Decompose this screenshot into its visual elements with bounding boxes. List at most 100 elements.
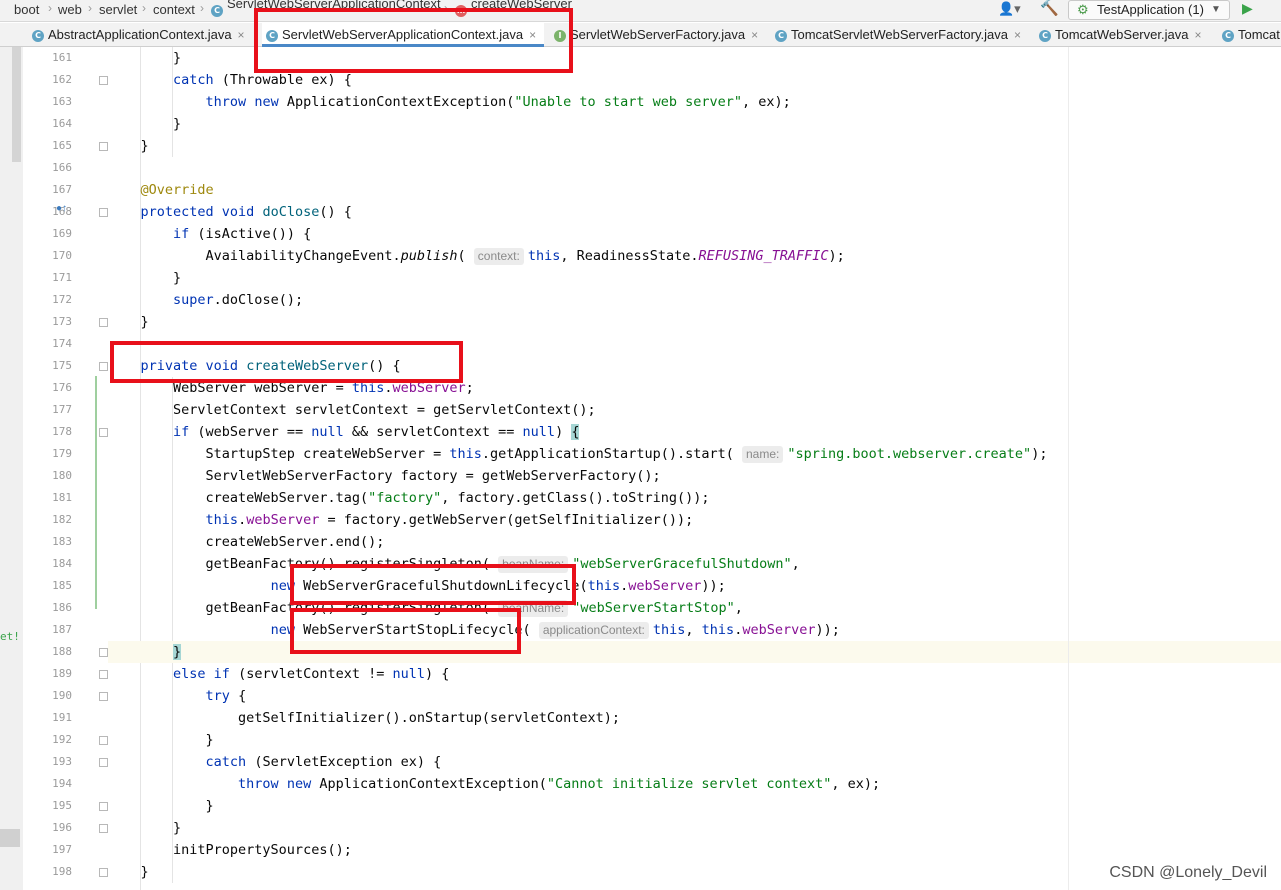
fold-marker-icon[interactable]: [99, 76, 108, 85]
bean-name-string: "webServerGracefulShutdown": [572, 556, 792, 572]
line-number: 165: [52, 139, 72, 152]
tool-window-strip: et!: [0, 47, 23, 890]
breadcrumb-separator: ›: [142, 1, 146, 15]
close-icon[interactable]: ×: [751, 28, 758, 42]
code-line-179: StartupStep createWebServer = this.getAp…: [108, 446, 1048, 463]
user-icon[interactable]: 👤▾: [998, 1, 1021, 17]
parameter-hint: context:: [473, 248, 524, 265]
vcs-change-marker: [95, 376, 97, 609]
highlight-box-graceful-shutdown: [290, 564, 576, 605]
fold-marker-icon[interactable]: [99, 208, 108, 217]
code-line-163: throw new ApplicationContextException("U…: [205, 94, 791, 110]
fold-marker-icon[interactable]: [99, 648, 108, 657]
code-line-188: }: [108, 641, 1281, 663]
tab-label: ServletWebServerFactory.java: [570, 27, 746, 42]
fold-marker-icon[interactable]: [99, 758, 108, 767]
chevron-down-icon: ▼: [1211, 4, 1221, 15]
line-number: 171: [52, 271, 72, 284]
code-line-177: ServletContext servletContext = getServl…: [108, 402, 596, 418]
code-line-173: }: [108, 314, 149, 330]
line-number: 175: [52, 359, 72, 372]
breadcrumb-item-web[interactable]: web: [58, 2, 82, 17]
override-gutter-icon[interactable]: ●↑: [56, 203, 67, 214]
code-line-189: else if (servletContext != null) {: [173, 666, 450, 682]
run-config-label: TestApplication (1): [1097, 2, 1204, 17]
class-icon: C: [32, 29, 44, 42]
code-line-195: }: [108, 798, 214, 814]
highlight-box-create-web-server: [110, 341, 463, 383]
code-line-180: ServletWebServerFactory factory = getWeb…: [108, 468, 661, 484]
code-line-191: getSelfInitializer().onStartup(servletCo…: [108, 710, 621, 726]
run-config-icon: ⚙: [1077, 2, 1089, 17]
strip-marker: [0, 829, 20, 847]
startup-step-string: "spring.boot.webserver.create": [787, 446, 1032, 462]
fold-marker-icon[interactable]: [99, 824, 108, 833]
fold-marker-icon[interactable]: [99, 670, 108, 679]
tab-abstract-application-context[interactable]: C AbstractApplicationContext.java ×: [32, 23, 245, 46]
code-line-194: throw new ApplicationContextException("C…: [238, 776, 881, 792]
parameter-hint: applicationContext:: [538, 622, 649, 639]
line-number: 170: [52, 249, 72, 262]
code-line-164: }: [108, 116, 182, 132]
breadcrumb-item-servlet[interactable]: servlet: [99, 2, 137, 17]
line-number: 184: [52, 557, 72, 570]
tab-servlet-web-server-factory[interactable]: I ServletWebServerFactory.java ×: [554, 23, 758, 46]
code-line-193: catch (ServletException ex) {: [205, 754, 442, 770]
scroll-thumb[interactable]: [12, 47, 21, 162]
line-number: 187: [52, 623, 72, 636]
breadcrumb-item-boot[interactable]: boot: [14, 2, 39, 17]
code-line-170: AvailabilityChangeEvent.publish( context…: [108, 248, 845, 265]
parameter-hint: name:: [741, 446, 784, 463]
line-number: 197: [52, 843, 72, 856]
code-line-171: }: [108, 270, 182, 286]
close-icon[interactable]: ×: [1014, 28, 1021, 42]
line-number: 178: [52, 425, 72, 438]
code-line-181: createWebServer.tag("factory", factory.g…: [108, 490, 710, 506]
tab-tomcat-web-server[interactable]: C TomcatWebServer.java ×: [1039, 23, 1201, 46]
class-icon: C: [1222, 29, 1234, 42]
breadcrumb-item-context[interactable]: context: [153, 2, 195, 17]
fold-marker-icon[interactable]: [99, 868, 108, 877]
tab-tomcat[interactable]: C Tomcat: [1222, 23, 1280, 46]
fold-marker-icon[interactable]: [99, 736, 108, 745]
highlight-box-active-tab: [254, 8, 573, 73]
tab-tomcat-servlet-web-server-factory[interactable]: C TomcatServletWebServerFactory.java ×: [775, 23, 1021, 46]
line-number: 190: [52, 689, 72, 702]
close-icon[interactable]: ×: [238, 28, 245, 42]
code-editor[interactable]: et! 161 162 163 164 165 166 167 168 169 170 171 172…: [0, 47, 1281, 890]
fold-marker-icon[interactable]: [99, 142, 108, 151]
line-number: 174: [52, 337, 72, 350]
line-number: 181: [52, 491, 72, 504]
fold-marker-icon[interactable]: [99, 692, 108, 701]
build-hammer-icon[interactable]: 🔨: [1040, 0, 1059, 17]
editor-tab-bar: C AbstractApplicationContext.java × C Servl…: [0, 23, 1281, 47]
error-message-string: "Unable to start web server": [514, 94, 742, 110]
code-area[interactable]: } catch (Throwable ex) { throw new Appli…: [108, 47, 1281, 890]
line-number: 195: [52, 799, 72, 812]
line-number: 169: [52, 227, 72, 240]
fold-marker-icon[interactable]: [99, 428, 108, 437]
line-number: 185: [52, 579, 72, 592]
breadcrumb: boot › web › servlet › context › C Servl…: [0, 0, 1281, 22]
breadcrumb-separator: ›: [48, 1, 52, 15]
line-number: 182: [52, 513, 72, 526]
run-config-select[interactable]: ⚙ TestApplication (1) ▼: [1068, 0, 1230, 20]
tab-label: AbstractApplicationContext.java: [48, 27, 232, 42]
fold-marker-icon[interactable]: [99, 362, 108, 371]
code-line-168: protected void doClose() {: [140, 204, 352, 220]
class-icon: C: [211, 5, 223, 17]
code-line-167: @Override: [108, 179, 1281, 201]
tab-label: TomcatWebServer.java: [1055, 27, 1189, 42]
fold-marker-icon[interactable]: [99, 802, 108, 811]
close-icon[interactable]: ×: [1194, 28, 1201, 42]
run-icon[interactable]: ▶: [1242, 0, 1253, 17]
enum-constant: REFUSING_TRAFFIC: [698, 248, 829, 264]
breadcrumb-separator: ›: [200, 1, 204, 15]
line-number: 172: [52, 293, 72, 306]
fold-marker-icon[interactable]: [99, 318, 108, 327]
line-number: 167: [52, 183, 72, 196]
line-number: 177: [52, 403, 72, 416]
tag-string: "factory": [368, 490, 442, 506]
watermark: CSDN @Lonely_Devil: [1109, 864, 1267, 881]
code-line-198: }: [108, 864, 149, 880]
